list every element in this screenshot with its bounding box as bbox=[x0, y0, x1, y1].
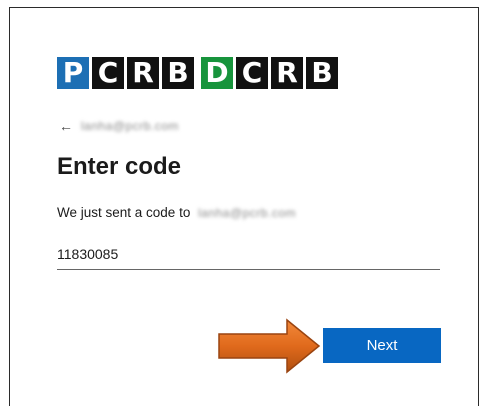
logo-tile: D bbox=[201, 57, 233, 89]
logo-tile: B bbox=[162, 57, 194, 89]
account-email: lanha@pcrb.com bbox=[81, 119, 179, 133]
back-arrow-icon[interactable]: ← bbox=[59, 118, 73, 134]
logo-tile: R bbox=[127, 57, 159, 89]
logo-tile: R bbox=[271, 57, 303, 89]
code-sent-text: We just sent a code to bbox=[57, 205, 191, 220]
logo-pcrb: P C R B bbox=[57, 57, 194, 89]
code-sent-message: We just sent a code to lanha@pcrb.com bbox=[57, 205, 296, 220]
code-input[interactable] bbox=[57, 242, 440, 270]
logo-dcrb: D C R B bbox=[201, 57, 338, 89]
back-row: ← lanha@pcrb.com bbox=[59, 118, 179, 134]
orange-arrow-icon bbox=[218, 318, 321, 374]
logo-tile: B bbox=[306, 57, 338, 89]
page-title: Enter code bbox=[57, 153, 182, 180]
pcrb-dcrb-logo: P C R B D C R B bbox=[57, 57, 338, 89]
next-button[interactable]: Next bbox=[323, 328, 441, 363]
code-sent-email: lanha@pcrb.com bbox=[198, 206, 296, 220]
logo-tile: C bbox=[236, 57, 268, 89]
logo-tile: P bbox=[57, 57, 89, 89]
logo-tile: C bbox=[92, 57, 124, 89]
